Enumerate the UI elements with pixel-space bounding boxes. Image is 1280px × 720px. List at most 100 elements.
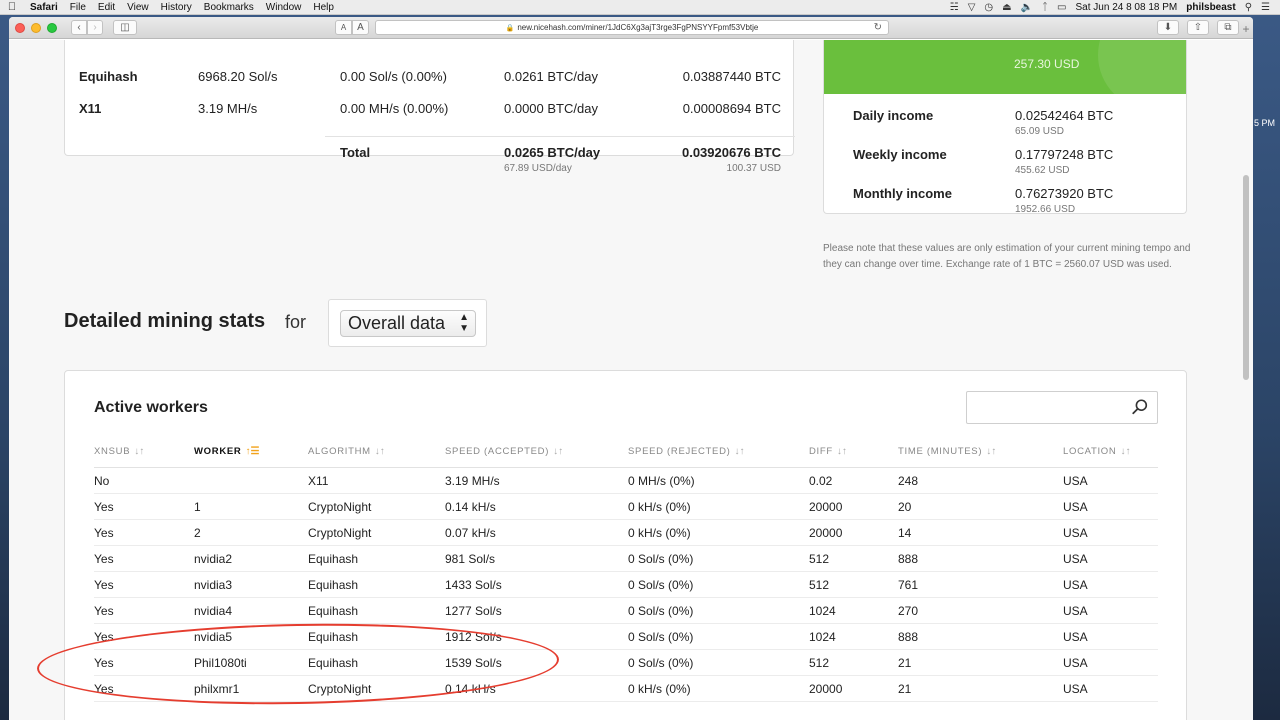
worker-search-box <box>966 391 1158 424</box>
wifi-icon[interactable]: ▽ <box>968 2 976 13</box>
airdrop-icon[interactable]: ☵ <box>950 2 959 13</box>
battery-icon[interactable]: ▭ <box>1057 2 1066 13</box>
bluetooth-icon[interactable]: ᛏ <box>1042 2 1048 13</box>
algo-row-equihash: Equihash 6968.20 Sol/s 0.00 Sol/s (0.00%… <box>65 69 795 89</box>
worker-algorithm: Equihash <box>308 630 359 644</box>
worker-location: USA <box>1063 500 1088 514</box>
menubar-clock[interactable]: Sat Jun 24 8 08 18 PM <box>1076 2 1178 13</box>
income-row-weekly: Weekly income 0.17797248 BTC 455.62 USD <box>824 147 1186 181</box>
worker-search-input[interactable] <box>973 392 1133 422</box>
worker-xnsub: No <box>94 474 110 488</box>
time-machine-icon[interactable]: ◷ <box>984 2 993 13</box>
income-label: Daily income <box>853 108 934 123</box>
menu-app-name[interactable]: Safari <box>24 2 64 13</box>
eject-icon[interactable]: ⏏ <box>1002 2 1011 13</box>
column-header-time[interactable]: TIME (MINUTES) ↓↑ <box>898 446 996 457</box>
algo-btc: 0.00008694 BTC <box>682 101 781 116</box>
close-window-button[interactable] <box>15 22 25 33</box>
spotlight-icon[interactable]: ⚲ <box>1245 2 1252 13</box>
worker-diff: 20000 <box>809 682 843 696</box>
worker-xnsub: Yes <box>94 526 114 540</box>
worker-speed-accepted: 1912 Sol/s <box>445 630 502 644</box>
table-row: Yes philxmr1 CryptoNight 0.14 kH/s 0 kH/s (0… <box>94 676 1158 702</box>
worker-location: USA <box>1063 682 1088 696</box>
menu-item-window[interactable]: Window <box>260 2 308 13</box>
menu-item-file[interactable]: File <box>64 2 92 13</box>
menu-item-view[interactable]: View <box>121 2 155 13</box>
menubar-user[interactable]: philsbeast <box>1186 2 1235 13</box>
sort-ascending-icon: ↑☰ <box>245 446 260 457</box>
column-header-xnsub[interactable]: XNSUB ↓↑ <box>94 446 144 457</box>
smaller-text-button[interactable]: A <box>335 20 352 35</box>
worker-speed-accepted: 0.14 kH/s <box>445 500 496 514</box>
column-header-algorithm[interactable]: ALGORITHM ↓↑ <box>308 446 385 457</box>
downloads-button[interactable]: ⬇ <box>1157 20 1179 35</box>
worker-diff: 512 <box>809 578 830 592</box>
worker-xnsub: Yes <box>94 552 114 566</box>
worker-speed-rejected: 0 kH/s (0%) <box>628 682 691 696</box>
column-header-worker[interactable]: WORKER ↑☰ <box>194 446 259 457</box>
worker-name: 2 <box>194 526 201 540</box>
search-icon[interactable] <box>1131 398 1149 416</box>
column-header-speed-rejected[interactable]: SPEED (REJECTED) ↓↑ <box>628 446 745 457</box>
worker-name: 1 <box>194 500 201 514</box>
back-button[interactable]: ‹ <box>71 20 87 35</box>
sort-icon: ↓↑ <box>1120 446 1131 457</box>
worker-name: Phil1080ti <box>194 656 247 670</box>
select-arrows-icon: ▲ ▼ <box>459 312 469 334</box>
column-header-label: SPEED (REJECTED) <box>628 446 731 457</box>
table-row: Yes nvidia3 Equihash 1433 Sol/s 0 Sol/s (0%)… <box>94 572 1158 598</box>
algorithm-summary-card: Equihash 6968.20 Sol/s 0.00 Sol/s (0.00%… <box>64 40 795 174</box>
zoom-window-button[interactable] <box>47 22 57 33</box>
worker-speed-accepted: 1539 Sol/s <box>445 656 502 670</box>
algo-speed: 3.19 MH/s <box>198 101 258 116</box>
worker-time: 14 <box>898 526 912 540</box>
worker-algorithm: CryptoNight <box>308 526 372 540</box>
sidebar-toggle-button[interactable]: ◫ <box>113 20 137 35</box>
active-workers-card: Active workers XNSUB ↓↑ WORKER ↑☰ ALGORITH… <box>64 370 1187 720</box>
chevron-left-icon: ‹ <box>77 22 81 33</box>
worker-time: 21 <box>898 656 912 670</box>
browser-toolbar: ‹ › ◫ A A 🔒 new.nicehash.com/miner/1JdC6… <box>9 17 1253 39</box>
worker-algorithm: Equihash <box>308 578 359 592</box>
sort-icon: ↓↑ <box>374 446 385 457</box>
tabs-overview-button[interactable]: ⧉ <box>1217 20 1239 35</box>
menu-item-help[interactable]: Help <box>307 2 340 13</box>
column-header-speed-accepted[interactable]: SPEED (ACCEPTED) ↓↑ <box>445 446 563 457</box>
menu-item-bookmarks[interactable]: Bookmarks <box>198 2 260 13</box>
address-bar[interactable]: 🔒 new.nicehash.com/miner/1JdC6Xg3ajT3rge… <box>375 20 889 35</box>
income-btc: 0.02542464 BTC <box>1015 108 1114 123</box>
worker-speed-rejected: 0 Sol/s (0%) <box>628 656 694 670</box>
minimize-window-button[interactable] <box>31 22 41 33</box>
volume-icon[interactable]: 🔈 <box>1021 2 1033 13</box>
column-header-diff[interactable]: DIFF ↓↑ <box>809 446 847 457</box>
share-icon: ⇧ <box>1193 22 1203 33</box>
sort-icon: ↓↑ <box>553 446 564 457</box>
worker-algorithm: CryptoNight <box>308 682 372 696</box>
menu-item-edit[interactable]: Edit <box>92 2 121 13</box>
column-header-label: WORKER <box>194 446 242 457</box>
menu-bar:  Safari File Edit View History Bookmark… <box>0 0 1280 15</box>
column-header-location[interactable]: LOCATION ↓↑ <box>1063 446 1130 457</box>
reload-icon[interactable]: ↻ <box>874 22 882 33</box>
larger-text-button[interactable]: A <box>352 20 369 35</box>
workers-title: Active workers <box>94 399 208 416</box>
page-scrollbar[interactable] <box>1243 175 1249 380</box>
forward-button[interactable]: › <box>87 20 103 35</box>
url-text: new.nicehash.com/miner/1JdC6Xg3ajT3rge3F… <box>517 23 759 32</box>
menu-item-history[interactable]: History <box>155 2 198 13</box>
worker-speed-rejected: 0 Sol/s (0%) <box>628 552 694 566</box>
apple-icon[interactable]:  <box>0 1 24 13</box>
notification-center-icon[interactable]: ☰ <box>1261 2 1270 13</box>
new-tab-button[interactable]: + <box>1239 22 1253 36</box>
worker-time: 20 <box>898 500 912 514</box>
worker-time: 888 <box>898 552 919 566</box>
worker-location: USA <box>1063 578 1088 592</box>
data-scope-select[interactable]: Overall data ▲ ▼ <box>340 310 476 337</box>
income-card: 257.30 USD Daily income 0.02542464 BTC 6… <box>823 40 1187 214</box>
plus-icon: + <box>1242 22 1250 36</box>
share-button[interactable]: ⇧ <box>1187 20 1209 35</box>
worker-speed-accepted: 0.07 kH/s <box>445 526 496 540</box>
worker-xnsub: Yes <box>94 578 114 592</box>
worker-name: nvidia2 <box>194 552 233 566</box>
